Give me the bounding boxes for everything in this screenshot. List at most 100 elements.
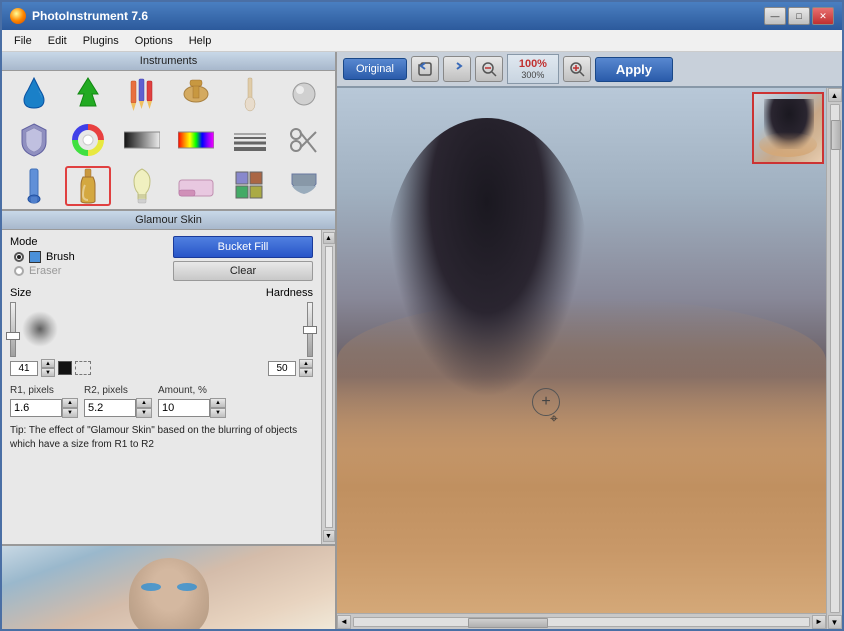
size-up-btn[interactable]: ▲ — [41, 359, 55, 368]
menu-bar: File Edit Plugins Options Help — [2, 30, 842, 52]
instruments-header: Instruments — [2, 52, 335, 71]
amount-input[interactable] — [158, 399, 210, 417]
v-scroll-down[interactable]: ▼ — [828, 615, 842, 629]
menu-plugins[interactable]: Plugins — [75, 33, 127, 49]
apply-button[interactable]: Apply — [595, 57, 673, 82]
v-scrollbar[interactable]: ▲ ▼ — [826, 88, 842, 629]
bucket-fill-button[interactable]: Bucket Fill — [173, 236, 313, 258]
instrument-drop[interactable] — [11, 74, 57, 114]
amount-label: Amount, % — [158, 385, 226, 396]
hardness-value: 50 — [268, 361, 296, 376]
amount-down-btn[interactable]: ▼ — [210, 408, 226, 418]
glamour-header: Glamour Skin — [2, 211, 335, 230]
eraser-radio[interactable] — [14, 266, 24, 276]
glamour-scrollbar[interactable]: ▲ ▼ — [321, 230, 335, 544]
main-area: Instruments — [2, 52, 842, 629]
hardness-up-btn[interactable]: ▲ — [299, 359, 313, 368]
zoom-in-button[interactable] — [563, 56, 591, 82]
brush-label: Brush — [46, 251, 75, 263]
size-down-btn[interactable]: ▼ — [41, 368, 55, 377]
hardness-slider-thumb[interactable] — [303, 326, 317, 334]
instrument-pencils[interactable] — [119, 74, 165, 114]
instruments-row-2 — [2, 117, 335, 163]
clear-button[interactable]: Clear — [173, 261, 313, 281]
h-scroll-right[interactable]: ► — [812, 615, 826, 629]
brush-radio[interactable] — [14, 252, 24, 262]
instrument-tree[interactable] — [65, 74, 111, 114]
r1-input[interactable] — [10, 399, 62, 417]
instrument-eraser[interactable] — [173, 166, 219, 206]
minimize-button[interactable]: — — [764, 7, 786, 25]
tip-text: Tip: The effect of "Glamour Skin" based … — [10, 424, 313, 452]
r1-up-btn[interactable]: ▲ — [62, 398, 78, 408]
h-scroll-track[interactable] — [353, 617, 810, 627]
right-panel: Original 100% 300% Apply — [337, 52, 842, 629]
v-scroll-thumb[interactable] — [831, 120, 841, 150]
view-toolbar: Original 100% 300% Apply — [337, 52, 842, 88]
v-scroll-track[interactable] — [830, 104, 840, 613]
instrument-sphere[interactable] — [281, 74, 327, 114]
instrument-shield[interactable] — [11, 120, 57, 160]
eraser-label: Eraser — [29, 265, 61, 277]
hardness-label: Hardness — [238, 287, 313, 299]
zoom-current: 100% — [519, 58, 547, 70]
r1-down-btn[interactable]: ▼ — [62, 408, 78, 418]
instrument-bulb[interactable] — [119, 166, 165, 206]
instrument-lines[interactable] — [227, 120, 273, 160]
preview-thumbnail — [2, 544, 335, 629]
instrument-rainbow[interactable] — [173, 120, 219, 160]
instrument-brush-pale[interactable] — [227, 74, 273, 114]
undo-button[interactable] — [411, 56, 439, 82]
glamour-section: Glamour Skin Mode — [2, 211, 335, 629]
menu-edit[interactable]: Edit — [40, 33, 75, 49]
h-scrollbar[interactable]: ◄ ► — [337, 613, 826, 629]
size-label: Size — [10, 287, 230, 299]
h-scroll-left[interactable]: ◄ — [337, 615, 351, 629]
menu-options[interactable]: Options — [127, 33, 181, 49]
mode-label: Mode — [10, 236, 75, 248]
hardness-slider-track[interactable] — [307, 302, 313, 357]
maximize-button[interactable]: □ — [788, 7, 810, 25]
r1-label: R1, pixels — [10, 385, 78, 396]
size-slider-thumb[interactable] — [6, 332, 20, 340]
amount-up-btn[interactable]: ▲ — [210, 398, 226, 408]
instrument-tube[interactable] — [11, 166, 57, 206]
title-bar: PhotoInstrument 7.6 — □ ✕ — [2, 2, 842, 30]
instrument-smudge[interactable] — [281, 166, 327, 206]
thumbnail-overlay — [752, 92, 824, 164]
r2-up-btn[interactable]: ▲ — [136, 398, 152, 408]
r2-input[interactable] — [84, 399, 136, 417]
instruments-row-3 — [2, 163, 335, 209]
instrument-scissors[interactable] — [281, 120, 327, 160]
size-slider-track[interactable] — [10, 302, 16, 357]
instrument-bottle[interactable] — [65, 166, 111, 206]
brush-preview — [22, 311, 58, 347]
menu-help[interactable]: Help — [181, 33, 220, 49]
zoom-box: 100% 300% — [507, 54, 559, 84]
instrument-color-wheel[interactable] — [65, 120, 111, 160]
instrument-gradient[interactable] — [119, 120, 165, 160]
app-window: PhotoInstrument 7.6 — □ ✕ File Edit Plug… — [0, 0, 844, 631]
instruments-row-1 — [2, 71, 335, 117]
hardness-down-btn[interactable]: ▼ — [299, 368, 313, 377]
instruments-section: Instruments — [2, 52, 335, 211]
menu-file[interactable]: File — [6, 33, 40, 49]
r2-down-btn[interactable]: ▼ — [136, 408, 152, 418]
glamour-scroll-down[interactable]: ▼ — [323, 530, 335, 542]
color-swatch[interactable] — [58, 361, 72, 375]
zoom-min: 300% — [521, 70, 544, 80]
pattern-swatch[interactable] — [75, 361, 91, 375]
original-button[interactable]: Original — [343, 58, 407, 80]
size-value: 41 — [10, 361, 38, 376]
instrument-mosaic[interactable] — [227, 166, 273, 206]
v-scroll-up[interactable]: ▲ — [828, 88, 842, 102]
zoom-out-button[interactable] — [475, 56, 503, 82]
h-scroll-thumb[interactable] — [468, 618, 548, 628]
app-icon — [10, 8, 26, 24]
close-button[interactable]: ✕ — [812, 7, 834, 25]
instrument-stamp[interactable] — [173, 74, 219, 114]
brush-color-indicator — [29, 251, 41, 263]
r2-label: R2, pixels — [84, 385, 152, 396]
glamour-scroll-up[interactable]: ▲ — [323, 232, 335, 244]
redo-button[interactable] — [443, 56, 471, 82]
